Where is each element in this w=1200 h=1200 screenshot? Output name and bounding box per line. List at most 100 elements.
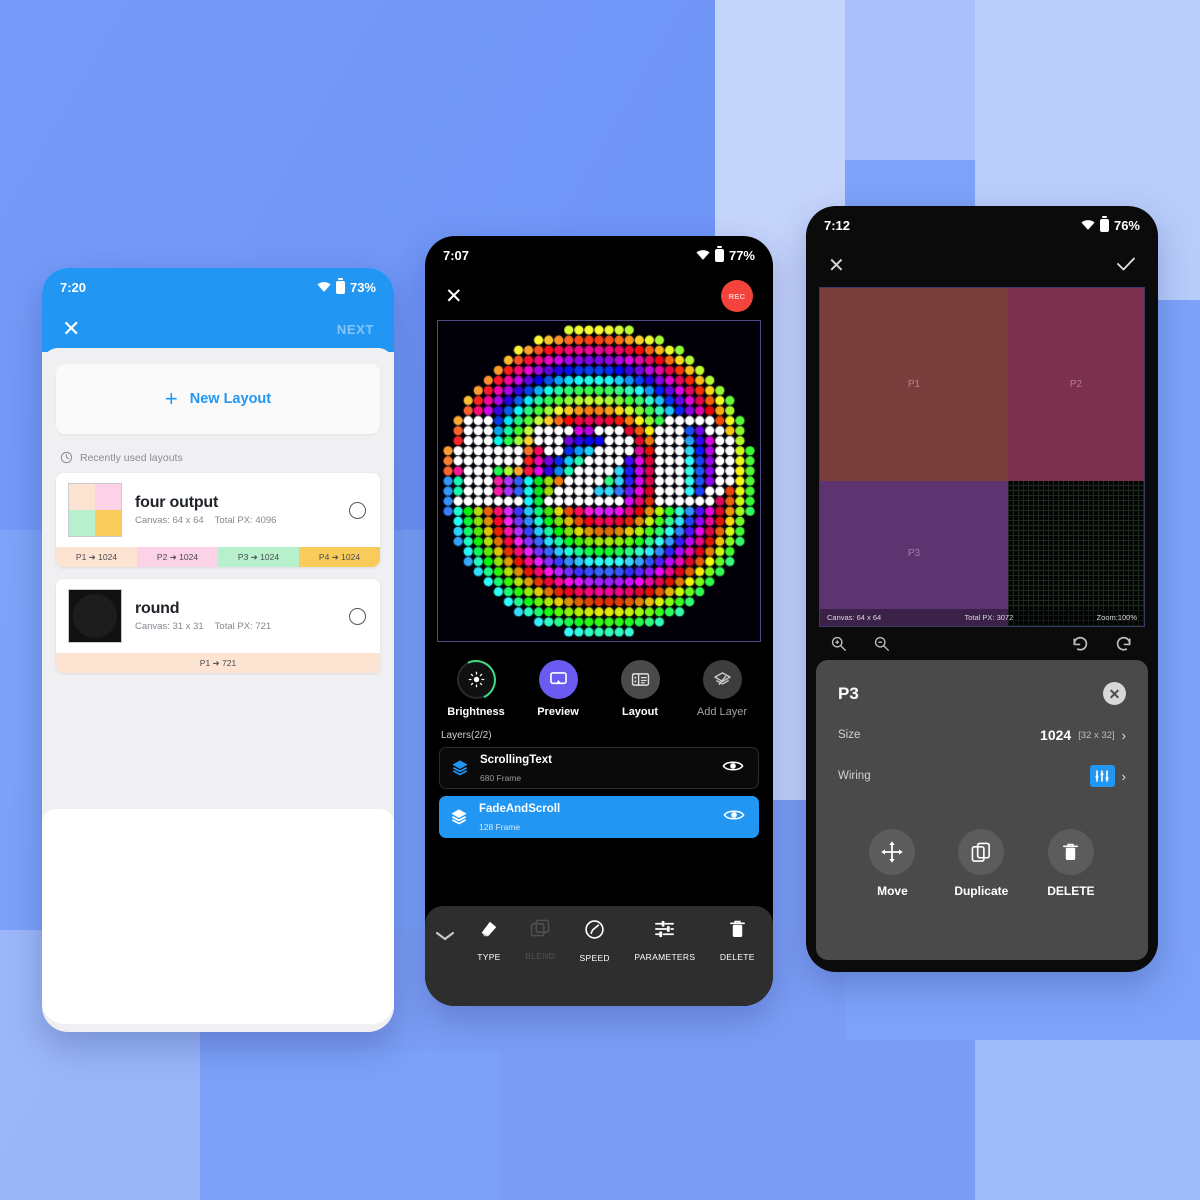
phone-mid-editor: 7:07 77% ✕ REC Brightness Preview Layout… [425, 236, 773, 1006]
mid-status-time: 7:07 [443, 247, 470, 263]
output-bands: P1 ➜ 1024 P2 ➜ 1024 P3 ➜ 1024 P4 ➜ 1024 [56, 547, 380, 567]
mid-app-bar: ✕ REC [425, 274, 773, 318]
record-button[interactable]: REC [721, 280, 753, 312]
list-item[interactable]: FadeAndScroll 128 Frame [439, 796, 759, 838]
size-dimensions: [32 x 32] [1078, 729, 1115, 741]
layers-header: Layers(2/2) [441, 730, 492, 741]
layers-stack-icon [450, 759, 472, 777]
list-item[interactable]: ScrollingText 680 Frame [439, 747, 759, 789]
layout-info: four output Canvas: 64 x 64 Total PX: 409… [122, 494, 349, 526]
layout-meta: Canvas: 31 x 31 Total PX: 721 [135, 621, 272, 632]
next-button[interactable]: NEXT [337, 322, 374, 337]
parameters-icon [654, 919, 675, 944]
wiring-row[interactable]: Wiring › [838, 765, 1126, 787]
trash-icon [729, 919, 746, 944]
bottom-button-label: BLEND [525, 951, 556, 961]
layer-text: FadeAndScroll 128 Frame [471, 799, 723, 835]
layer-name: FadeAndScroll [479, 803, 561, 815]
eye-icon[interactable] [722, 759, 744, 778]
zoom-undo-row [806, 626, 1158, 657]
close-icon[interactable]: ✕ [62, 318, 80, 340]
canvas-status-bar: Canvas: 64 x 64 Total PX: 3072 Zoom:100% [820, 609, 1144, 626]
tool-preview[interactable]: Preview [522, 660, 594, 718]
layout-list: four output Canvas: 64 x 64 Total PX: 409… [42, 473, 394, 673]
layer-frames: 680 Frame [480, 773, 522, 783]
output-band: P3 ➜ 1024 [218, 547, 299, 567]
panel-action-move[interactable]: Move [869, 829, 916, 898]
panel-action-duplicate[interactable]: Duplicate [954, 829, 1008, 898]
panel-action-label: Move [877, 884, 908, 898]
brightness-icon [456, 660, 496, 699]
bottom-button-label: TYPE [477, 952, 501, 962]
bottom-button-blend: BLEND [525, 919, 555, 963]
phone-right-panel-editor: 7:12 76% ✕ P1 P2 P3 Canvas: 64 x 64 Total … [806, 206, 1158, 972]
bottom-white-card [42, 809, 394, 1024]
speed-icon [584, 919, 605, 945]
size-value: 1024 [1040, 727, 1072, 743]
output-band: P1 ➜ 1024 [56, 547, 137, 567]
bottom-button-speed[interactable]: SPEED [580, 919, 610, 963]
panel-properties-sheet: P3 ✕ Size 1024 [32 x 32] › Wiring › Move… [816, 660, 1148, 960]
size-row[interactable]: Size 1024 [32 x 32] › [838, 727, 1126, 743]
chevron-down-icon[interactable] [425, 919, 465, 941]
layout-thumbnail [68, 483, 122, 537]
size-label: Size [838, 729, 861, 741]
left-status-battery: 73% [349, 279, 376, 295]
zoom-out-icon[interactable] [873, 635, 890, 657]
zoom-in-icon[interactable] [830, 635, 847, 657]
close-icon[interactable]: ✕ [445, 286, 463, 307]
battery-icon [335, 278, 345, 294]
layers-stack-icon [449, 808, 471, 826]
led-preview-canvas[interactable] [437, 320, 761, 642]
undo-icon[interactable] [1070, 636, 1089, 657]
panel-action-delete[interactable]: DELETE [1047, 829, 1095, 898]
chevron-right-icon: › [1121, 768, 1126, 784]
check-icon[interactable] [1116, 256, 1136, 277]
layout-radio[interactable] [349, 501, 366, 519]
tool-layout[interactable]: Layout [604, 660, 676, 718]
bottom-button-type[interactable]: TYPE [477, 919, 500, 963]
type-icon [478, 919, 500, 944]
canvas-empty-area[interactable] [1007, 480, 1144, 626]
canvas-panel-p2[interactable]: P2 [1007, 288, 1144, 481]
bottom-button-delete[interactable]: DELETE [720, 919, 755, 963]
layout-meta: Canvas: 64 x 64 Total PX: 4096 [135, 515, 277, 526]
eye-icon[interactable] [723, 808, 745, 827]
layout-radio[interactable] [349, 607, 366, 625]
wiring-icon [1089, 765, 1115, 787]
bottom-button-parameters[interactable]: PARAMETERS [634, 919, 695, 963]
table-row[interactable]: four output Canvas: 64 x 64 Total PX: 409… [56, 473, 380, 547]
mid-status-battery: 77% [728, 247, 755, 263]
canvas-panel-p3[interactable]: P3 [820, 480, 1008, 626]
layout-card[interactable]: four output Canvas: 64 x 64 Total PX: 409… [56, 473, 380, 567]
layout-card[interactable]: round Canvas: 31 x 31 Total PX: 721 P1 ➜ … [56, 579, 380, 673]
panel-canvas[interactable]: P1 P2 P3 Canvas: 64 x 64 Total PX: 3072 Zo… [819, 287, 1145, 627]
layer-text: ScrollingText 680 Frame [472, 750, 722, 786]
wifi-icon [1081, 219, 1095, 230]
left-status-bar: 7:20 73% [42, 268, 394, 306]
tool-add-layer[interactable]: Add Layer [686, 660, 758, 718]
close-circle-icon[interactable]: ✕ [1103, 682, 1126, 705]
panel-title: P3 [838, 683, 859, 703]
mid-tool-row: Brightness Preview Layout Add Layer [425, 642, 773, 726]
tool-label: Preview [537, 706, 579, 718]
layer-name: ScrollingText [480, 754, 552, 766]
blend-icon [530, 919, 551, 943]
layout-thumbnail [68, 589, 122, 643]
phone-left-layout-picker: 7:20 73% ✕ NEXT + New Layout Recently us… [42, 268, 394, 1032]
redo-icon[interactable] [1115, 636, 1134, 657]
tool-brightness[interactable]: Brightness [440, 660, 512, 718]
canvas-zoom-label: Zoom:100% [1096, 613, 1137, 622]
right-app-bar: ✕ [806, 244, 1158, 288]
tool-label: Add Layer [696, 706, 748, 718]
new-layout-button[interactable]: + New Layout [56, 364, 380, 434]
table-row[interactable]: round Canvas: 31 x 31 Total PX: 721 [56, 579, 380, 653]
bottom-button-label: SPEED [579, 953, 610, 963]
panel-header: P3 ✕ [838, 682, 1126, 705]
canvas-size-label: Canvas: 64 x 64 [827, 613, 882, 622]
panel-action-label: DELETE [1047, 884, 1095, 898]
battery-icon [714, 246, 724, 262]
canvas-panel-p1[interactable]: P1 [820, 288, 1008, 481]
close-icon[interactable]: ✕ [828, 256, 845, 276]
output-bands: P1 ➜ 721 [56, 653, 380, 673]
